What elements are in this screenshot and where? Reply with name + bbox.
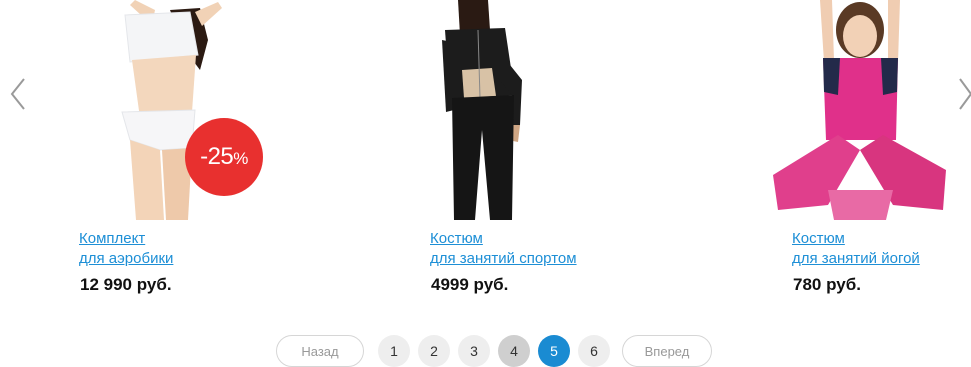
discount-unit: % bbox=[233, 149, 248, 168]
page-2-button[interactable]: 2 bbox=[418, 335, 450, 367]
discount-badge: -25% bbox=[185, 118, 263, 196]
page-4-button[interactable]: 4 bbox=[498, 335, 530, 367]
page-3-button[interactable]: 3 bbox=[458, 335, 490, 367]
product-price: 12 990 руб. bbox=[80, 275, 172, 294]
product-title-line1: Комплект bbox=[79, 230, 146, 247]
product-title-line2: для аэробики bbox=[79, 250, 174, 267]
chevron-right-icon bbox=[959, 78, 971, 110]
pagination-next-button[interactable]: Вперед bbox=[622, 335, 712, 367]
product-title-line2: для занятий йогой bbox=[792, 250, 920, 267]
pagination-prev-button[interactable]: Назад bbox=[276, 335, 364, 367]
discount-value: -25 bbox=[200, 143, 234, 170]
product-title-link[interactable]: Костюм для занятий спортом bbox=[430, 229, 577, 269]
page-6-button[interactable]: 6 bbox=[578, 335, 610, 367]
product-image[interactable] bbox=[430, 0, 550, 220]
product-price: 780 руб. bbox=[793, 275, 861, 294]
product-image[interactable] bbox=[768, 0, 948, 220]
product-price: 4999 руб. bbox=[431, 275, 509, 294]
chevron-left-icon bbox=[10, 78, 25, 110]
product-title-link[interactable]: Костюм для занятий йогой bbox=[792, 229, 920, 269]
product-title-line1: Костюм bbox=[430, 230, 483, 247]
carousel-prev-button[interactable] bbox=[2, 74, 32, 114]
product-title-line2: для занятий спортом bbox=[430, 250, 577, 267]
product-title-line1: Костюм bbox=[792, 230, 845, 247]
carousel-next-button[interactable] bbox=[952, 74, 971, 114]
page-5-button[interactable]: 5 bbox=[538, 335, 570, 367]
product-title-link[interactable]: Комплект для аэробики bbox=[79, 229, 173, 269]
page-1-button[interactable]: 1 bbox=[378, 335, 410, 367]
